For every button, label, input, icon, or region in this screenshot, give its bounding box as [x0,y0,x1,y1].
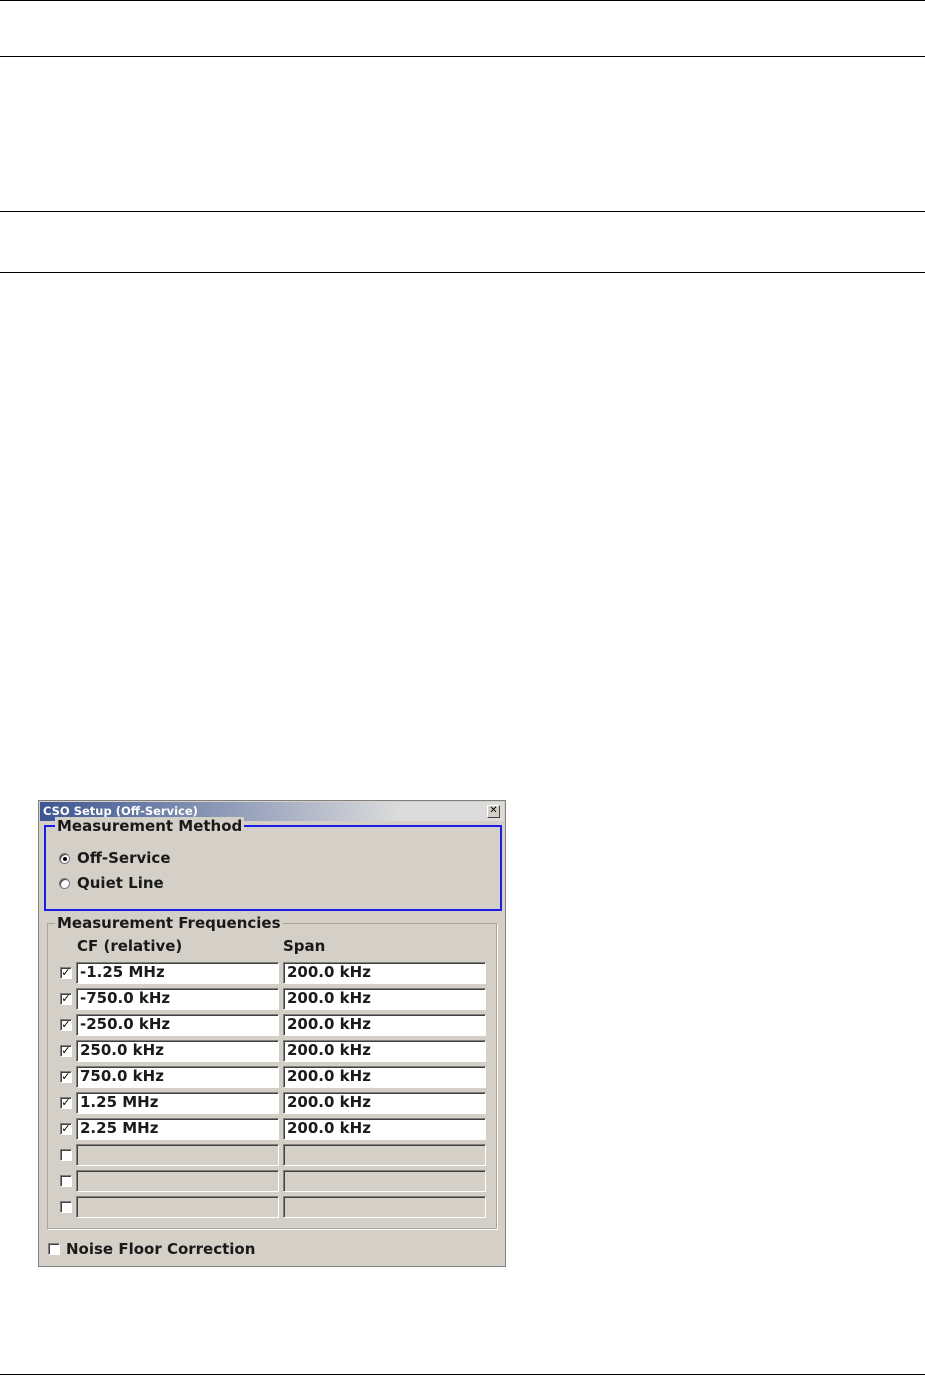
frequency-row-1-span-input[interactable]: 200.0 kHz [283,962,486,984]
frequency-row-4-span-input[interactable]: 200.0 kHz [283,1040,486,1062]
frequency-row-5-span-input[interactable]: 200.0 kHz [283,1066,486,1088]
frequency-row-3-checkbox[interactable]: ✓ [60,1019,72,1031]
frequency-row-9-checkbox[interactable] [60,1175,72,1187]
measurement-method-legend: Measurement Method [55,817,245,835]
frequency-row-7-span-input[interactable]: 200.0 kHz [283,1118,486,1140]
noise-floor-checkbox[interactable] [48,1243,60,1255]
frequency-row-10-cf-input[interactable] [76,1196,279,1218]
noise-floor-label: Noise Floor Correction [66,1240,256,1258]
radio-off-service[interactable]: Off-Service [59,849,171,867]
frequency-row-8-checkbox[interactable] [60,1149,72,1161]
frequency-row-1-cf-input[interactable]: -1.25 MHz [76,962,279,984]
frequency-row-7-checkbox[interactable]: ✓ [60,1123,72,1135]
column-header-span: Span [283,937,326,955]
frequency-row-8-cf-input[interactable] [76,1144,279,1166]
frequency-row-4-checkbox[interactable]: ✓ [60,1045,72,1057]
frequency-row-5-cf-input[interactable]: 750.0 kHz [76,1066,279,1088]
frequency-row-3-span-input[interactable]: 200.0 kHz [283,1014,486,1036]
frequency-row-10-span-input[interactable] [283,1196,486,1218]
frequency-row-7-cf-input[interactable]: 2.25 MHz [76,1118,279,1140]
frequency-row-10-checkbox[interactable] [60,1201,72,1213]
rule-2 [0,56,925,57]
rule-4 [0,272,925,273]
frequency-row-2-span-input[interactable]: 200.0 kHz [283,988,486,1010]
rule-1 [0,0,925,1]
measurement-method-group: Measurement Method [44,817,502,911]
column-header-cf: CF (relative) [77,937,183,955]
frequency-row-6-checkbox[interactable]: ✓ [60,1097,72,1109]
rule-3 [0,211,925,212]
frequency-row-2-cf-input[interactable]: -750.0 kHz [76,988,279,1010]
frequency-row-5-checkbox[interactable]: ✓ [60,1071,72,1083]
frequency-row-6-cf-input[interactable]: 1.25 MHz [76,1092,279,1114]
dialog-title: CSO Setup (Off-Service) [43,804,198,818]
close-icon[interactable]: ✕ [487,805,500,818]
frequency-row-6-span-input[interactable]: 200.0 kHz [283,1092,486,1114]
frequency-row-1-checkbox[interactable]: ✓ [60,967,72,979]
radio-button-off-service[interactable] [59,852,70,864]
radio-label-off-service: Off-Service [77,849,171,867]
measurement-frequencies-legend: Measurement Frequencies [55,914,283,932]
frequency-row-9-span-input[interactable] [283,1170,486,1192]
frequency-row-8-span-input[interactable] [283,1144,486,1166]
frequency-row-3-cf-input[interactable]: -250.0 kHz [76,1014,279,1036]
cso-setup-dialog: CSO Setup (Off-Service) ✕ Measurement Me… [38,800,506,1267]
frequency-row-9-cf-input[interactable] [76,1170,279,1192]
frequency-row-4-cf-input[interactable]: 250.0 kHz [76,1040,279,1062]
frequency-row-2-checkbox[interactable]: ✓ [60,993,72,1005]
rule-5 [0,1374,925,1375]
radio-quiet-line[interactable]: Quiet Line [59,874,164,892]
noise-floor-correction-option[interactable]: Noise Floor Correction [48,1240,255,1258]
radio-label-quiet-line: Quiet Line [77,874,164,892]
radio-button-quiet-line[interactable] [59,877,70,889]
